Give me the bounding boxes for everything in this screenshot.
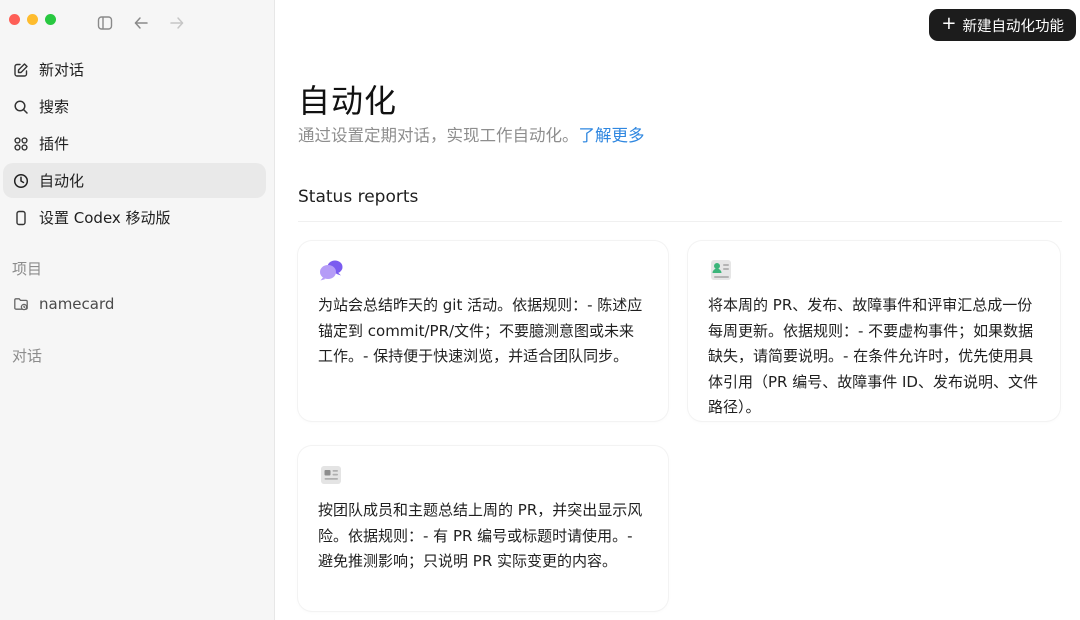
group-title-status-reports: Status reports: [298, 187, 419, 207]
sidebar-item-plugins[interactable]: 插件: [3, 126, 266, 161]
page-subtitle: 通过设置定期对话，实现工作自动化。了解更多: [298, 122, 645, 146]
toolbar: [97, 15, 185, 31]
sidebar: 新对话 搜索 插件 自动化 设置 Codex 移动版 项目 namecard 对…: [0, 0, 275, 620]
conversations-section-label: 对话: [12, 347, 43, 365]
plus-icon: +: [941, 13, 957, 34]
automation-card-standup[interactable]: 为站会总结昨天的 git 活动。依据规则：- 陈述应锚定到 commit/PR/…: [298, 241, 668, 421]
subtitle-text: 通过设置定期对话，实现工作自动化。: [298, 126, 579, 145]
sidebar-item-label: 设置 Codex 移动版: [39, 209, 171, 227]
projects-section-label: 项目: [12, 260, 43, 278]
compose-icon: [12, 61, 30, 79]
sidebar-toggle-icon[interactable]: [97, 15, 113, 31]
card-description: 将本周的 PR、发布、故障事件和评审汇总成一份每周更新。依据规则：- 不要虚构事…: [708, 296, 1038, 416]
learn-more-link[interactable]: 了解更多: [579, 126, 645, 145]
report-icon: [708, 257, 734, 283]
divider: [298, 221, 1062, 222]
folder-icon: [12, 295, 30, 313]
main-content: + 新建自动化功能 自动化 通过设置定期对话，实现工作自动化。了解更多 Stat…: [275, 0, 1080, 620]
back-arrow-icon[interactable]: [133, 15, 149, 31]
chat-bubbles-icon: [318, 257, 344, 283]
card-description: 按团队成员和主题总结上周的 PR，并突出显示风险。依据规则：- 有 PR 编号或…: [318, 501, 643, 570]
phone-icon: [12, 209, 30, 227]
sidebar-item-label: 自动化: [39, 172, 85, 190]
sidebar-item-label: 插件: [39, 135, 70, 153]
sidebar-item-codex-mobile[interactable]: 设置 Codex 移动版: [3, 200, 266, 235]
page-title: 自动化: [298, 82, 398, 120]
zoom-window-button[interactable]: [45, 14, 56, 25]
sidebar-item-label: 新对话: [39, 61, 85, 79]
sidebar-item-new-chat[interactable]: 新对话: [3, 52, 266, 87]
search-icon: [12, 98, 30, 116]
project-item-namecard[interactable]: namecard: [3, 288, 266, 320]
new-automation-button[interactable]: + 新建自动化功能: [929, 9, 1076, 41]
app-window: 新对话 搜索 插件 自动化 设置 Codex 移动版 项目 namecard 对…: [0, 0, 1080, 620]
project-item-label: namecard: [39, 295, 115, 313]
window-controls: [9, 14, 56, 25]
card-description: 为站会总结昨天的 git 活动。依据规则：- 陈述应锚定到 commit/PR/…: [318, 296, 643, 365]
minimize-window-button[interactable]: [27, 14, 38, 25]
sidebar-item-automation[interactable]: 自动化: [3, 163, 266, 198]
forward-arrow-icon[interactable]: [169, 15, 185, 31]
automation-card-pr-summary[interactable]: 按团队成员和主题总结上周的 PR，并突出显示风险。依据规则：- 有 PR 编号或…: [298, 446, 668, 611]
sidebar-nav: 新对话 搜索 插件 自动化 设置 Codex 移动版: [3, 52, 266, 237]
newspaper-icon: [318, 462, 344, 488]
sidebar-item-label: 搜索: [39, 98, 70, 116]
clock-icon: [12, 172, 30, 190]
plugins-icon: [12, 135, 30, 153]
sidebar-item-search[interactable]: 搜索: [3, 89, 266, 124]
automation-card-weekly-update[interactable]: 将本周的 PR、发布、故障事件和评审汇总成一份每周更新。依据规则：- 不要虚构事…: [688, 241, 1060, 421]
close-window-button[interactable]: [9, 14, 20, 25]
new-automation-label: 新建自动化功能: [962, 18, 1065, 35]
